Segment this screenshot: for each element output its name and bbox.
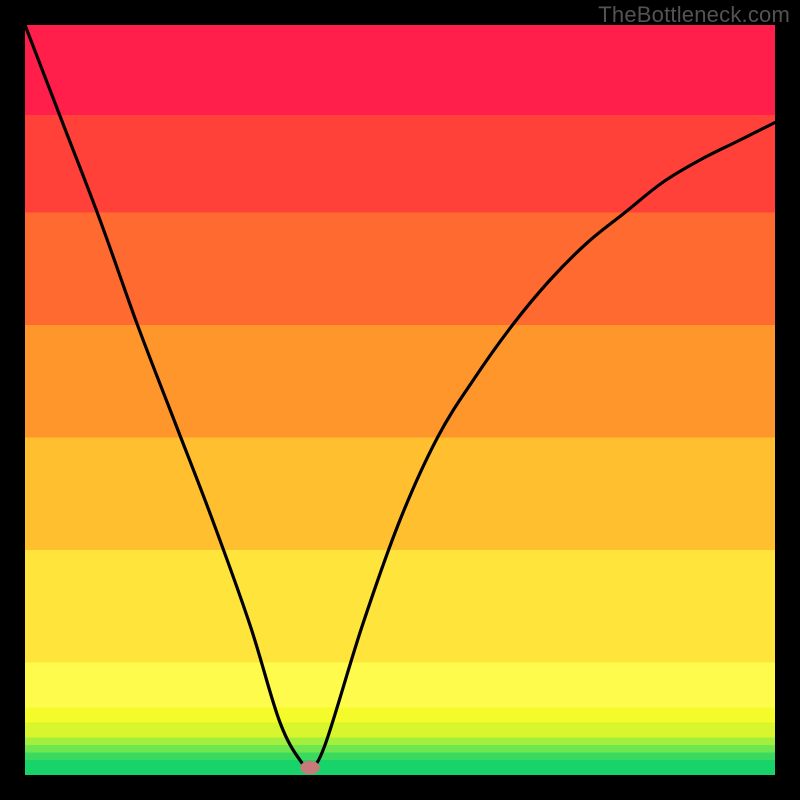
minimum-marker: [300, 761, 320, 775]
gradient-background: [25, 25, 775, 775]
chart-frame: TheBottleneck.com: [0, 0, 800, 800]
watermark-text: TheBottleneck.com: [598, 2, 790, 28]
bottleneck-chart: [25, 25, 775, 775]
